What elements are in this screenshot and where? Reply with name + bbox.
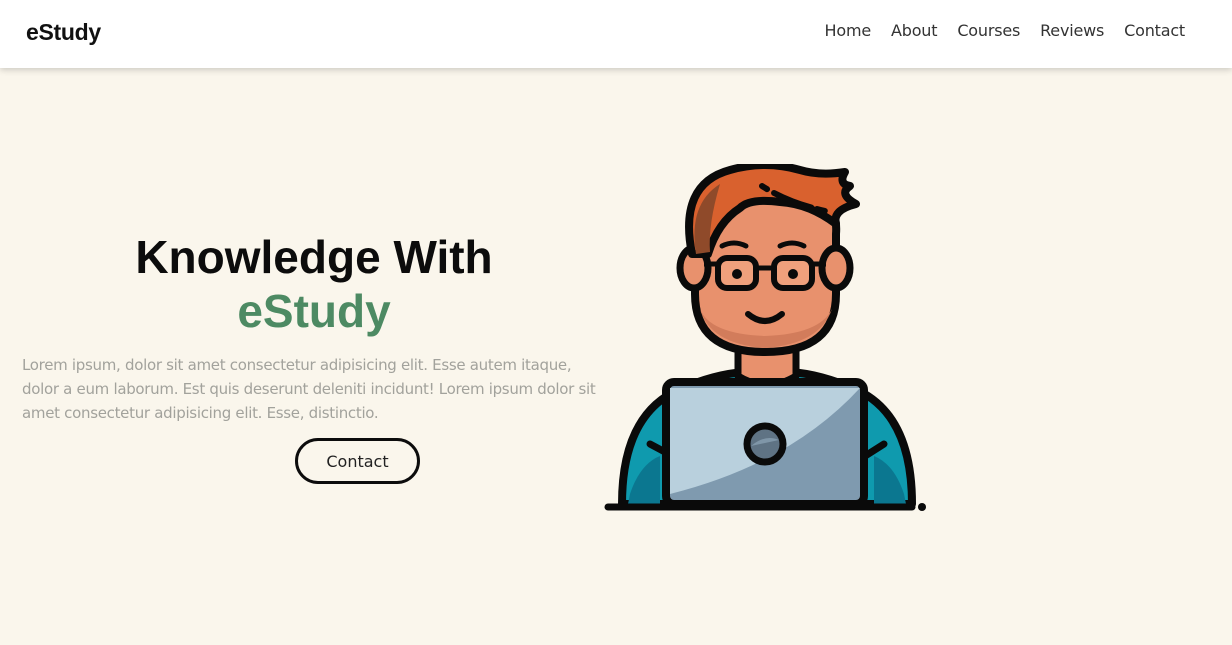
hero-description: Lorem ipsum, dolor sit amet consectetur …	[22, 356, 596, 422]
hero-title: Knowledge With eStudy	[22, 230, 606, 338]
contact-button[interactable]: Contact	[295, 438, 420, 484]
hero-section: Knowledge With eStudy Lorem ipsum, dolor…	[0, 68, 1232, 645]
hero-title-line1: Knowledge With	[135, 231, 493, 283]
nav-link-contact[interactable]: Contact	[1124, 21, 1185, 40]
hero-title-accent: eStudy	[237, 285, 391, 337]
site-logo[interactable]: eStudy	[26, 19, 101, 46]
nav-link-courses[interactable]: Courses	[957, 21, 1020, 40]
nav-menu: Home About Courses Reviews Contact	[825, 21, 1186, 40]
student-laptop-illustration	[604, 164, 926, 511]
nav-link-home[interactable]: Home	[825, 21, 872, 40]
navbar: eStudy Home About Courses Reviews Contac…	[0, 0, 1232, 68]
nav-link-about[interactable]: About	[891, 21, 938, 40]
nav-link-reviews[interactable]: Reviews	[1040, 21, 1104, 40]
